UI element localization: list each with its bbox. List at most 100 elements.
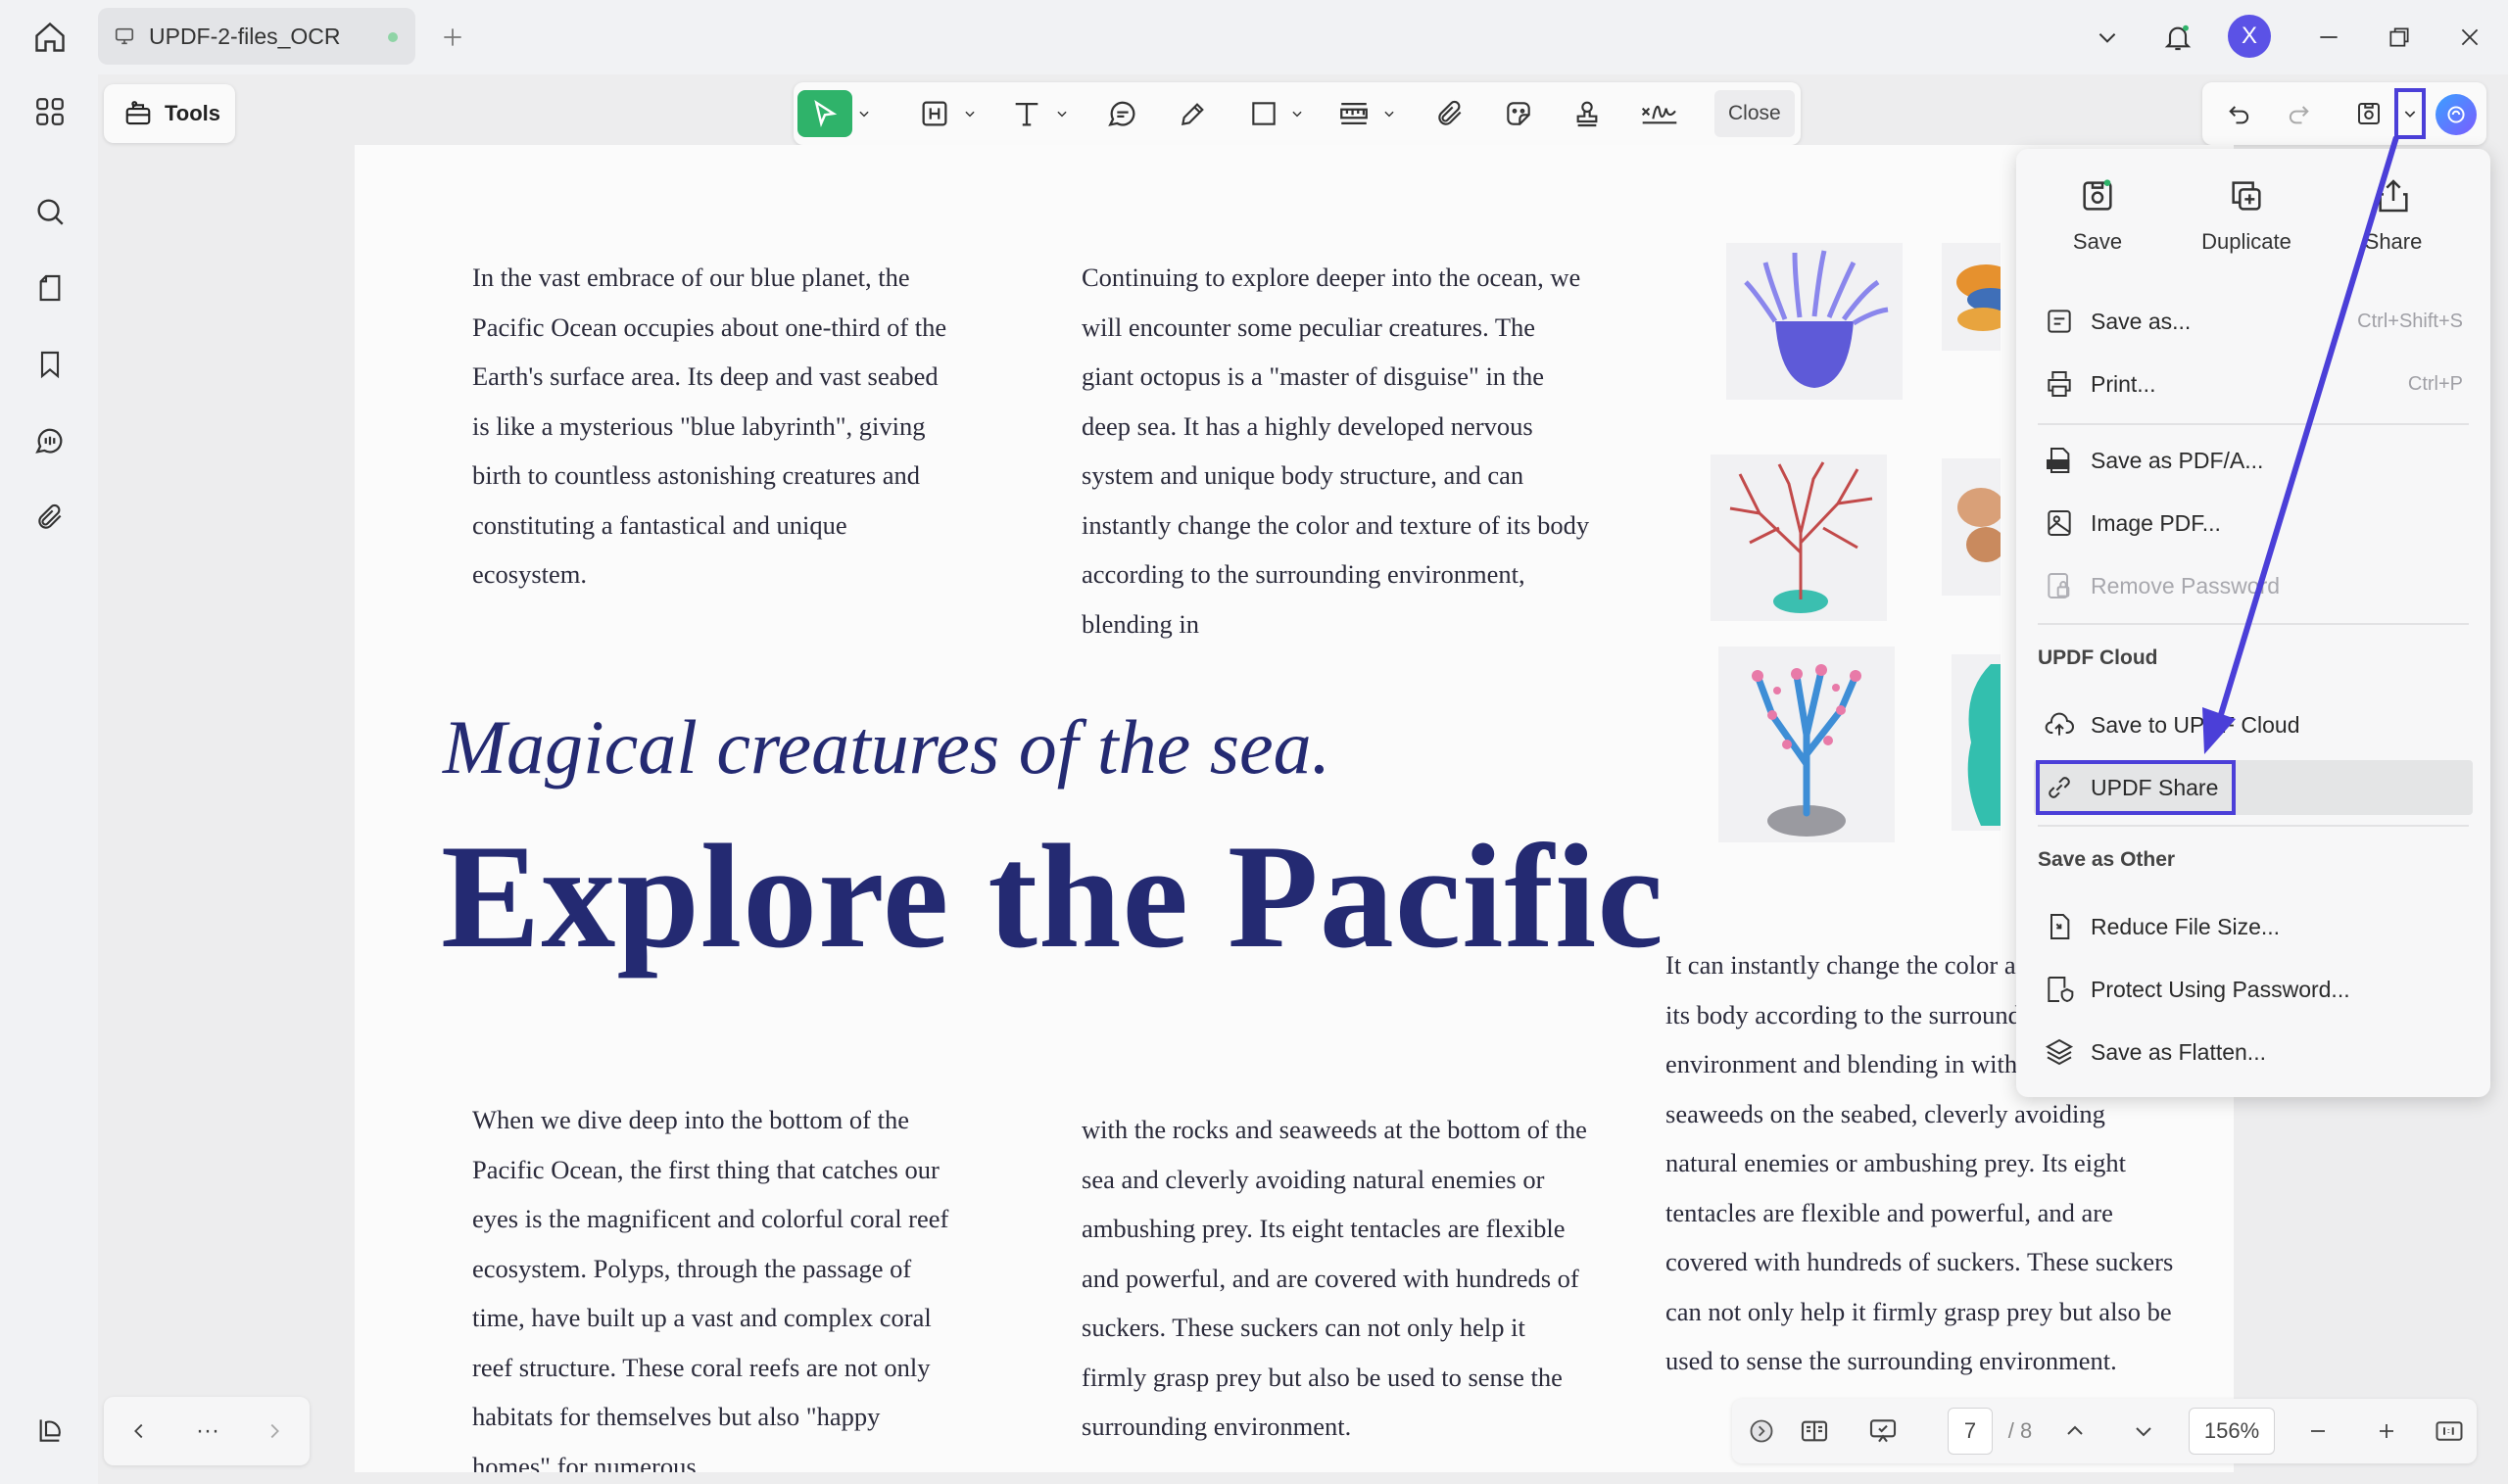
menu-separator <box>2038 825 2469 827</box>
menu-separator <box>2038 623 2469 625</box>
pages-icon[interactable] <box>24 263 75 313</box>
attach-file-icon[interactable] <box>1426 90 1473 137</box>
attachment-icon[interactable] <box>24 492 75 543</box>
shield-lock-icon <box>2040 970 2079 1009</box>
close-window-button[interactable] <box>2445 14 2494 61</box>
shape-tool-icon[interactable] <box>1240 90 1287 137</box>
tabs-dropdown-button[interactable] <box>2083 14 2132 61</box>
actual-size-icon[interactable] <box>2428 1408 2471 1455</box>
paragraph-coral-reef: When we dive deep into the bottom of the… <box>472 1105 949 1472</box>
menu-item-save-as[interactable]: Save as... Ctrl+Shift+S <box>2034 294 2473 349</box>
search-icon[interactable] <box>24 186 75 237</box>
main-title: Explore the Pacific <box>441 814 1664 979</box>
presentation-icon[interactable] <box>1859 1408 1906 1455</box>
collapse-bar-icon[interactable] <box>1744 1408 1779 1455</box>
comments-icon[interactable] <box>24 415 75 466</box>
comment-tool-icon[interactable] <box>1099 90 1146 137</box>
tools-button[interactable]: Tools <box>104 84 235 143</box>
compress-icon <box>2040 907 2079 946</box>
unlock-icon <box>2040 566 2079 605</box>
document-page: In the vast embrace of our blue planet, … <box>355 145 2234 1472</box>
layers-icon[interactable] <box>24 1405 75 1456</box>
updf-share-highlight-box <box>2036 760 2236 815</box>
save-as-icon <box>2040 302 2079 341</box>
pdfa-icon <box>2040 441 2079 480</box>
subtitle-magical-creatures: Magical creatures of the sea. <box>443 704 1331 790</box>
menu-duplicate-button[interactable]: Duplicate <box>2183 176 2310 255</box>
thumbnails-icon[interactable] <box>24 86 75 137</box>
next-icon[interactable] <box>251 1408 298 1455</box>
print-label: Print... <box>2091 370 2156 397</box>
shape-tool-dropdown[interactable] <box>1287 90 1307 137</box>
page-layout-icon[interactable] <box>1791 1408 1838 1455</box>
flatten-label: Save as Flatten... <box>2091 1038 2266 1065</box>
view-control-bar: 7 / 8 156% <box>1732 1399 2477 1463</box>
coral-green-image <box>1952 654 2001 831</box>
coral-red-branch-image <box>1711 455 1887 621</box>
undo-icon[interactable] <box>2216 90 2263 137</box>
select-tool-dropdown[interactable] <box>854 90 874 137</box>
coral-blue-pink-image <box>1718 646 1895 842</box>
text-tool-dropdown[interactable] <box>1052 90 1072 137</box>
measure-tool-dropdown[interactable] <box>1379 90 1399 137</box>
menu-save-button[interactable]: Save <box>2034 176 2161 255</box>
minimize-button[interactable] <box>2304 14 2353 61</box>
save-icon[interactable] <box>2345 90 2392 137</box>
home-icon[interactable] <box>22 14 78 61</box>
menu-item-save-as-pdfa[interactable]: Save as PDF/A... <box>2034 433 2473 488</box>
menu-item-print[interactable]: Print... Ctrl+P <box>2034 357 2473 411</box>
document-tab[interactable]: UPDF-2-files_OCR <box>98 8 415 65</box>
zoom-in-icon[interactable] <box>2365 1408 2408 1455</box>
protect-label: Protect Using Password... <box>2091 976 2350 1002</box>
menu-save-label: Save <box>2072 229 2123 254</box>
sticker-icon[interactable] <box>1495 90 1542 137</box>
remove-password-label: Remove Password <box>2091 572 2281 598</box>
more-options-button[interactable]: ··· <box>184 1408 231 1455</box>
select-tool-button[interactable] <box>797 90 852 137</box>
measure-tool-icon[interactable] <box>1330 90 1377 137</box>
save-icon <box>2083 179 2112 211</box>
zoom-level-field[interactable]: 156% <box>2189 1408 2275 1455</box>
title-bar: UPDF-2-files_OCR X <box>0 0 2508 74</box>
maximize-button[interactable] <box>2375 14 2424 61</box>
pencil-tool-icon[interactable] <box>1170 90 1217 137</box>
image-pdf-icon <box>2040 503 2079 543</box>
cloud-upload-icon <box>2040 705 2079 744</box>
highlight-dropdown[interactable] <box>960 90 980 137</box>
toolbox-icon <box>125 101 151 125</box>
menu-item-protect-password[interactable]: Protect Using Password... <box>2034 962 2473 1017</box>
zoom-out-icon[interactable] <box>2296 1408 2339 1455</box>
duplicate-icon <box>2232 181 2261 211</box>
document-tab-icon <box>114 24 139 49</box>
prev-icon[interactable] <box>116 1408 163 1455</box>
highlight-text-icon[interactable] <box>911 90 958 137</box>
ai-assistant-icon[interactable] <box>2436 94 2477 135</box>
close-toolbar-button[interactable]: Close <box>1714 90 1795 137</box>
menu-share-button[interactable]: Share <box>2330 176 2457 255</box>
save-dropdown-button[interactable] <box>2394 88 2426 139</box>
page-down-icon[interactable] <box>2122 1408 2165 1455</box>
menu-item-save-to-cloud[interactable]: Save to UPDF Cloud <box>2034 697 2473 752</box>
user-avatar[interactable]: X <box>2228 15 2271 58</box>
save-as-label: Save as... <box>2091 308 2192 334</box>
share-icon <box>2379 179 2408 213</box>
notification-bell-icon[interactable] <box>2153 14 2202 61</box>
stamp-icon[interactable] <box>1564 90 1611 137</box>
print-shortcut: Ctrl+P <box>2407 372 2463 395</box>
bookmark-icon[interactable] <box>24 339 75 390</box>
redo-icon[interactable] <box>2275 90 2322 137</box>
total-pages: / 8 <box>2007 1418 2033 1443</box>
page-up-icon[interactable] <box>2053 1408 2097 1455</box>
right-toolbar <box>2202 82 2486 145</box>
image-pdf-label: Image PDF... <box>2091 509 2221 536</box>
new-tab-button[interactable] <box>431 16 474 59</box>
menu-item-remove-password[interactable]: Remove Password <box>2034 558 2473 613</box>
signature-icon[interactable] <box>1634 90 1685 137</box>
text-tool-icon[interactable] <box>1003 90 1050 137</box>
menu-item-image-pdf[interactable]: Image PDF... <box>2034 496 2473 551</box>
menu-item-reduce-size[interactable]: Reduce File Size... <box>2034 899 2473 954</box>
save-dropdown-menu: Save Duplicate Share Save as... Ctrl+Shi… <box>2016 149 2490 1097</box>
menu-share-label: Share <box>2364 229 2423 254</box>
current-page-input[interactable]: 7 <box>1948 1408 1993 1455</box>
menu-item-save-flatten[interactable]: Save as Flatten... <box>2034 1025 2473 1079</box>
